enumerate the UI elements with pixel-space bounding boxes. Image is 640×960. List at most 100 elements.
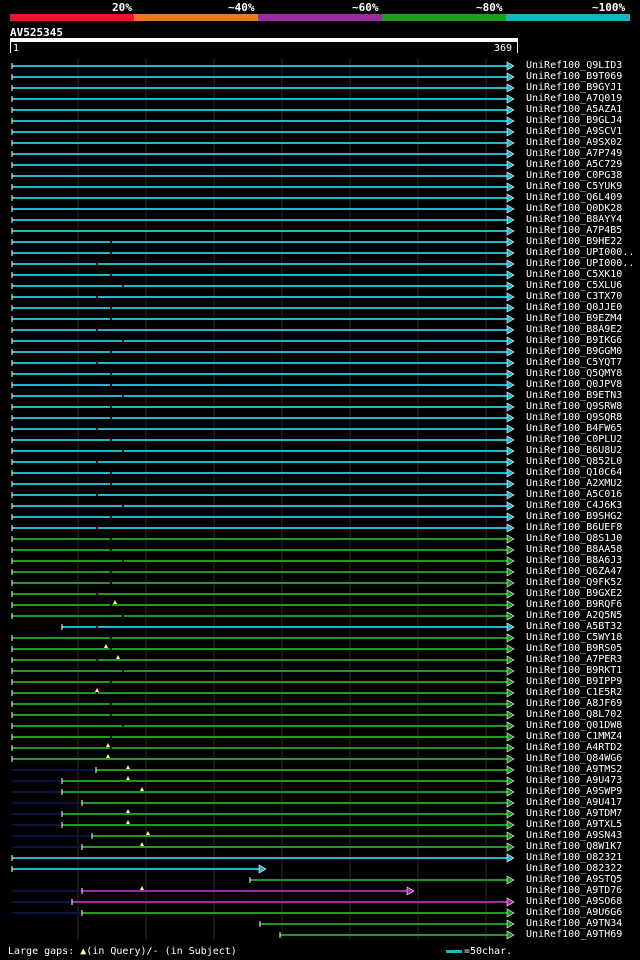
hit-label[interactable]: UniRef100_Q6L409: [526, 192, 622, 203]
alignment-arrow-icon: [506, 578, 515, 588]
subject-gap-mark: [110, 406, 112, 408]
hit-label[interactable]: UniRef100_A5BT32: [526, 621, 622, 632]
hit-label[interactable]: UniRef100_Q8W1K7: [526, 841, 622, 852]
hit-label[interactable]: UniRef100_Q01DW8: [526, 720, 622, 731]
hit-label[interactable]: UniRef100_A9TMS2: [526, 764, 622, 775]
hit-label[interactable]: UniRef100_B8AYY4: [526, 214, 622, 225]
hit-label[interactable]: UniRef100_A9STQ5: [526, 874, 622, 885]
subject-gap-mark: [96, 494, 98, 496]
hit-label[interactable]: UniRef100_A2XMU2: [526, 478, 622, 489]
hit-label[interactable]: UniRef100_B9RS05: [526, 643, 622, 654]
subject-gap-mark: [110, 538, 112, 540]
hit-label[interactable]: UniRef100_Q84WG6: [526, 753, 622, 764]
hit-label[interactable]: UniRef100_UPI000..: [526, 258, 634, 269]
hit-label[interactable]: UniRef100_Q6ZA47: [526, 566, 622, 577]
hit-label[interactable]: UniRef100_C0PLU2: [526, 434, 622, 445]
hit-label[interactable]: UniRef100_A9SCV1: [526, 126, 622, 137]
hit-label[interactable]: UniRef100_C5YUK9: [526, 181, 622, 192]
hit-label[interactable]: UniRef100_B4FW65: [526, 423, 622, 434]
hit-label[interactable]: UniRef100_A5C729: [526, 159, 622, 170]
hit-label[interactable]: UniRef100_B9T069: [526, 71, 622, 82]
subject-gap-mark: [110, 637, 112, 639]
alignment-arrow-icon: [506, 72, 515, 82]
hit-label[interactable]: UniRef100_A9U417: [526, 797, 622, 808]
alignment-arrow-icon: [506, 688, 515, 698]
hit-label[interactable]: UniRef100_Q8L702: [526, 709, 622, 720]
hit-label[interactable]: UniRef100_A5C016: [526, 489, 622, 500]
hit-label[interactable]: UniRef100_A9SX02: [526, 137, 622, 148]
hit-label[interactable]: UniRef100_A9SO68: [526, 896, 622, 907]
hit-label[interactable]: UniRef100_B8A6J3: [526, 555, 622, 566]
hit-label[interactable]: UniRef100_A9SN43: [526, 830, 622, 841]
hit-label[interactable]: UniRef100_B9GYJ1: [526, 82, 622, 93]
hit-label[interactable]: UniRef100_B6U8U2: [526, 445, 622, 456]
alignment-arrow-icon: [506, 655, 515, 665]
alignment-arrow-icon: [506, 457, 515, 467]
alignment-arrow-icon: [506, 908, 515, 918]
hit-label[interactable]: UniRef100_B9RKT1: [526, 665, 622, 676]
hit-label[interactable]: UniRef100_A9SWP9: [526, 786, 622, 797]
hit-label[interactable]: UniRef100_C5XLU6: [526, 280, 622, 291]
alignment-arrow-icon: [406, 886, 415, 896]
hit-label[interactable]: UniRef100_Q0DK28: [526, 203, 622, 214]
hit-label[interactable]: UniRef100_B9HE22: [526, 236, 622, 247]
hit-label[interactable]: UniRef100_A2Q5N5: [526, 610, 622, 621]
alignment-arrow-icon: [506, 83, 515, 93]
hit-label[interactable]: UniRef100_B9SHG2: [526, 511, 622, 522]
hit-label[interactable]: UniRef100_C5WY18: [526, 632, 622, 643]
hit-label[interactable]: UniRef100_B9ETN3: [526, 390, 622, 401]
hit-label[interactable]: UniRef100_C0PG38: [526, 170, 622, 181]
hit-label[interactable]: UniRef100_A9TDM7: [526, 808, 622, 819]
hit-label[interactable]: UniRef100_C1E5R2: [526, 687, 622, 698]
hit-label[interactable]: UniRef100_A9TD76: [526, 885, 622, 896]
hit-label[interactable]: UniRef100_Q10C64: [526, 467, 622, 478]
query-gap-icon: [140, 886, 144, 890]
hit-label[interactable]: UniRef100_C4J6K3: [526, 500, 622, 511]
hit-label[interactable]: UniRef100_A9TN34: [526, 918, 622, 929]
hit-label[interactable]: UniRef100_A9TH69: [526, 929, 622, 940]
hit-label[interactable]: UniRef100_Q0JPV8: [526, 379, 622, 390]
hit-label[interactable]: UniRef100_B9GXE2: [526, 588, 622, 599]
hit-label[interactable]: UniRef100_B9GGM0: [526, 346, 622, 357]
hit-label[interactable]: UniRef100_B8A9E2: [526, 324, 622, 335]
hit-label[interactable]: UniRef100_C3TX70: [526, 291, 622, 302]
hit-label[interactable]: UniRef100_A9U473: [526, 775, 622, 786]
hit-label[interactable]: UniRef100_A7Q019: [526, 93, 622, 104]
hit-label[interactable]: UniRef100_Q9LID3: [526, 60, 622, 71]
alignment-arrow-icon: [506, 116, 515, 126]
hit-label[interactable]: UniRef100_A9U6G6: [526, 907, 622, 918]
hit-label[interactable]: UniRef100_Q852L0: [526, 456, 622, 467]
alignment-arrow-icon: [506, 589, 515, 599]
hit-label[interactable]: UniRef100_C5XK10: [526, 269, 622, 280]
hit-label[interactable]: UniRef100_A7PER3: [526, 654, 622, 665]
hit-label[interactable]: UniRef100_B8AA58: [526, 544, 622, 555]
hit-label[interactable]: UniRef100_C1MMZ4: [526, 731, 622, 742]
hit-label[interactable]: UniRef100_Q9FK52: [526, 577, 622, 588]
hit-label[interactable]: UniRef100_B9GLJ4: [526, 115, 622, 126]
hit-label[interactable]: UniRef100_C5YQT7: [526, 357, 622, 368]
hit-label[interactable]: UniRef100_A4RTD2: [526, 742, 622, 753]
hit-label[interactable]: UniRef100_A9TXL5: [526, 819, 622, 830]
hit-label[interactable]: UniRef100_Q9SQR8: [526, 412, 622, 423]
hit-label[interactable]: UniRef100_O82322: [526, 863, 622, 874]
hit-label[interactable]: UniRef100_O82321: [526, 852, 622, 863]
hit-label[interactable]: UniRef100_B9EZM4: [526, 313, 622, 324]
hit-label[interactable]: UniRef100_UPI000..: [526, 247, 634, 258]
hit-label[interactable]: UniRef100_A5AZA1: [526, 104, 622, 115]
hit-label[interactable]: UniRef100_A7P749: [526, 148, 622, 159]
query-gap-icon: [104, 644, 108, 648]
hit-label[interactable]: UniRef100_Q9SRW8: [526, 401, 622, 412]
hit-label[interactable]: UniRef100_B9IPP9: [526, 676, 622, 687]
hit-label[interactable]: UniRef100_A8JF69: [526, 698, 622, 709]
hit-label[interactable]: UniRef100_A7P4B5: [526, 225, 622, 236]
hit-label[interactable]: UniRef100_Q8S1J0: [526, 533, 622, 544]
hit-label[interactable]: UniRef100_Q0JJE0: [526, 302, 622, 313]
hit-label[interactable]: UniRef100_B6UEF8: [526, 522, 622, 533]
hit-label[interactable]: UniRef100_B9IKG6: [526, 335, 622, 346]
alignment-arrow-icon: [506, 666, 515, 676]
hit-label[interactable]: UniRef100_B9RQF6: [526, 599, 622, 610]
hit-label[interactable]: UniRef100_Q5QMY8: [526, 368, 622, 379]
scale-text: =50char.: [464, 946, 513, 957]
alignment-arrow-icon: [506, 501, 515, 511]
alignment-arrow-icon: [506, 875, 515, 885]
